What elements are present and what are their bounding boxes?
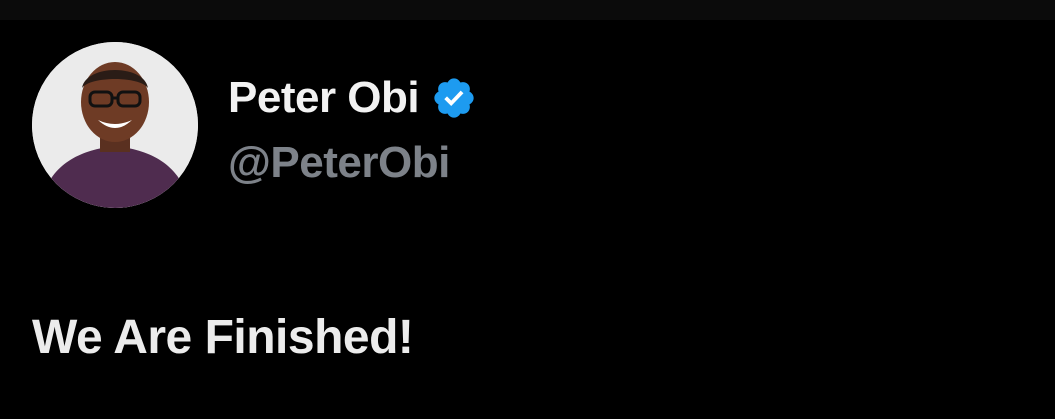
display-name-row: Peter Obi [228, 68, 477, 128]
avatar-photo [32, 42, 198, 208]
tweet-text: We Are Finished! [32, 311, 414, 364]
avatar[interactable] [32, 42, 198, 208]
tweet-card: Peter Obi @PeterObi We Are Finished! [0, 20, 1055, 419]
display-name[interactable]: Peter Obi [228, 73, 420, 123]
top-strip [0, 0, 1055, 20]
handle[interactable]: @PeterObi [228, 138, 450, 188]
verified-badge-icon[interactable] [431, 75, 477, 121]
